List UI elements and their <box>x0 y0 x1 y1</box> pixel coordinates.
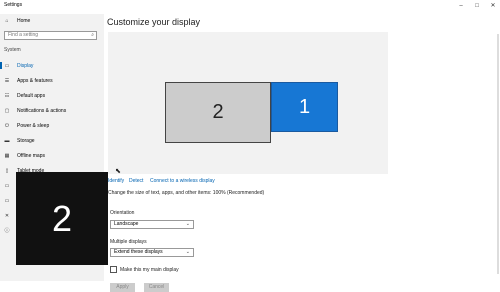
about-icon: ⓘ <box>4 227 10 234</box>
orientation-dropdown[interactable]: Landscape ⌄ <box>110 220 194 229</box>
sidebar-item-display[interactable]: ▭ Display <box>0 61 100 70</box>
monitor-2[interactable]: 2 <box>165 82 271 143</box>
main-display-checkbox[interactable] <box>110 266 117 273</box>
sidebar-item-label: Power & sleep <box>17 122 50 129</box>
identify-overlay: 2 <box>16 172 108 265</box>
close-button[interactable]: ✕ <box>486 1 500 11</box>
maximize-button[interactable]: □ <box>470 1 484 11</box>
scale-text: Change the size of text, apps, and other… <box>108 190 265 196</box>
tablet-icon: ▯ <box>5 167 9 174</box>
projecting-icon: ▭ <box>4 197 10 204</box>
sidebar-item-apps[interactable]: ☰ Apps & features <box>4 76 100 85</box>
multitasking-icon: ▭ <box>4 182 10 189</box>
identify-link[interactable]: Identify <box>108 178 124 184</box>
sidebar-item-label: Display <box>17 62 34 69</box>
search-icon: ⌕ <box>91 32 94 38</box>
chevron-down-icon: ⌄ <box>185 221 190 227</box>
chevron-down-icon: ⌄ <box>185 249 190 255</box>
apps-icon: ☰ <box>4 77 10 84</box>
active-indicator <box>0 62 2 69</box>
monitor-1[interactable]: 1 <box>271 82 338 132</box>
main-content: Customize your display 2 1 Identify Dete… <box>104 14 500 292</box>
sidebar-item-storage[interactable]: ▬ Storage <box>4 136 100 145</box>
maps-icon: ▦ <box>4 152 10 159</box>
sidebar-item-label: Home <box>17 17 31 24</box>
section-label: System <box>4 47 21 53</box>
storage-icon: ▬ <box>4 137 10 144</box>
default-apps-icon: ☷ <box>4 92 10 99</box>
sidebar-item-offline-maps[interactable]: ▦ Offline maps <box>4 151 100 160</box>
search-placeholder: Find a setting <box>8 32 39 38</box>
apply-button[interactable]: Apply <box>110 283 135 292</box>
sidebar-item-label: Default apps <box>17 92 46 99</box>
title-bar: Settings – □ ✕ <box>0 0 500 14</box>
mouse-cursor: ⬉ <box>115 168 121 175</box>
page-title: Customize your display <box>107 17 201 27</box>
notifications-icon: ▢ <box>4 107 10 114</box>
orientation-label: Orientation <box>110 210 135 216</box>
minimize-button[interactable]: – <box>454 1 468 11</box>
orientation-value: Landscape <box>114 221 139 227</box>
sidebar-item-power[interactable]: ⏻ Power & sleep <box>4 121 100 130</box>
monitor-icon: ▭ <box>4 62 10 69</box>
scrollbar[interactable] <box>497 34 499 274</box>
window-title: Settings <box>4 2 23 8</box>
wireless-display-link[interactable]: Connect to a wireless display <box>150 178 215 184</box>
multiple-displays-label: Multiple displays <box>110 239 147 245</box>
sidebar-item-label: Offline maps <box>17 152 45 159</box>
display-arrangement: 2 1 <box>108 32 388 174</box>
multiple-displays-value: Extend these displays <box>114 249 163 255</box>
sidebar-item-notifications[interactable]: ▢ Notifications & actions <box>4 106 100 115</box>
sidebar-item-label: Apps & features <box>17 77 53 84</box>
sidebar-item-home[interactable]: ⌂ Home <box>4 16 100 25</box>
sidebar-item-label: Storage <box>17 137 35 144</box>
sidebar-item-label: Notifications & actions <box>17 107 67 114</box>
home-icon: ⌂ <box>5 17 9 24</box>
cancel-button[interactable]: Cancel <box>144 283 169 292</box>
power-icon: ⏻ <box>5 122 9 129</box>
detect-link[interactable]: Detect <box>129 178 143 184</box>
main-display-label: Make this my main display <box>120 267 179 273</box>
sidebar-item-default-apps[interactable]: ☷ Default apps <box>4 91 100 100</box>
multiple-displays-dropdown[interactable]: Extend these displays ⌄ <box>110 248 194 257</box>
shared-icon: ✕ <box>4 212 10 219</box>
search-input[interactable]: Find a setting ⌕ <box>4 31 97 40</box>
